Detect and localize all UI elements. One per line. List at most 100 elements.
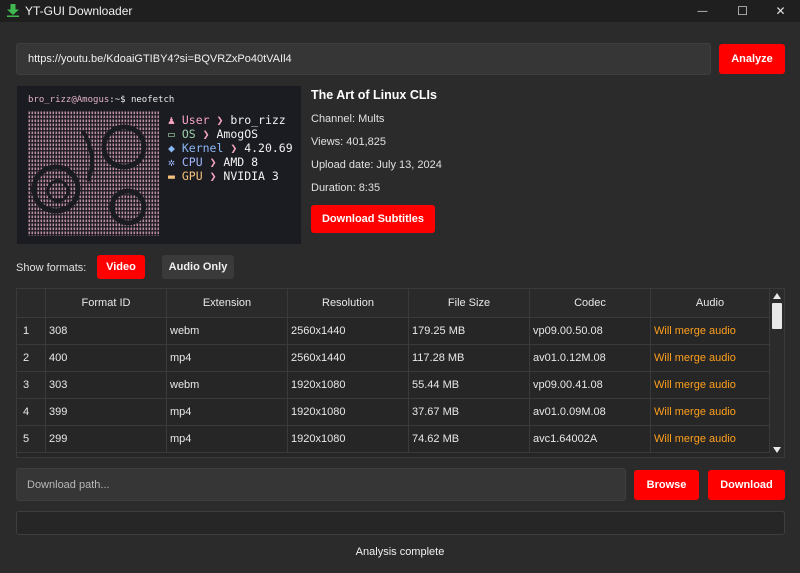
column-header-extension[interactable]: Extension (167, 289, 288, 318)
terminal-prompt: bro_rizz@Amogus:~$ neofetch (28, 95, 174, 105)
format-id-cell: 400 (46, 345, 167, 372)
neofetch-label: OS (181, 127, 196, 141)
close-icon: ✕ (775, 4, 786, 18)
format-id-cell: 299 (46, 426, 167, 453)
column-header-audio[interactable]: Audio (651, 289, 770, 318)
resolution-cell: 2560x1440 (288, 345, 409, 372)
prompt-command: :~$ neofetch (109, 95, 175, 105)
column-header-file-size[interactable]: File Size (409, 289, 530, 318)
analyze-button[interactable]: Analyze (719, 44, 785, 74)
table-row[interactable]: 3 303 webm 1920x1080 55.44 MB vp09.00.41… (17, 372, 770, 399)
ascii-art-logo (28, 111, 159, 236)
maximize-icon: ☐ (737, 4, 748, 18)
format-id-cell: 303 (46, 372, 167, 399)
resolution-cell: 1920x1080 (288, 399, 409, 426)
neofetch-value: AmogOS (216, 127, 259, 141)
extension-cell: webm (167, 372, 288, 399)
neofetch-label: GPU (181, 169, 203, 183)
extension-cell: webm (167, 318, 288, 345)
scroll-up-button[interactable] (772, 291, 782, 301)
show-formats-label: Show formats: (16, 262, 87, 274)
audio-cell: Will merge audio (651, 399, 770, 426)
resolution-cell: 2560x1440 (288, 318, 409, 345)
file-size-cell: 117.28 MB (409, 345, 530, 372)
file-size-cell: 55.44 MB (409, 372, 530, 399)
gpu-icon: ▬ (168, 169, 182, 183)
table-row[interactable]: 4 399 mp4 1920x1080 37.67 MB av01.0.09M.… (17, 399, 770, 426)
table-header: Format ID Extension Resolution File Size… (17, 289, 770, 318)
table-row[interactable]: 2 400 mp4 2560x1440 117.28 MB av01.0.12M… (17, 345, 770, 372)
url-input[interactable] (16, 43, 711, 75)
neofetch-cpu-row: ✲ CPU ❯ AMD 8 (168, 155, 259, 169)
scrollbar-thumb[interactable] (772, 303, 782, 329)
minimize-icon: — (697, 5, 708, 17)
codec-cell: av01.0.12M.08 (530, 345, 651, 372)
formats-table: Format ID Extension Resolution File Size… (16, 288, 785, 458)
window-title: YT-GUI Downloader (25, 4, 133, 18)
os-icon: ▭ (168, 127, 182, 141)
row-number: 3 (17, 372, 46, 399)
cpu-icon: ✲ (168, 155, 182, 169)
codec-cell: vp09.00.41.08 (530, 372, 651, 399)
column-header-resolution[interactable]: Resolution (288, 289, 409, 318)
resolution-cell: 1920x1080 (288, 372, 409, 399)
status-text: Analysis complete (355, 546, 445, 558)
codec-cell: avc1.64002A (530, 426, 651, 453)
video-views: Views: 401,825 (311, 136, 387, 148)
video-title: The Art of Linux CLIs (311, 88, 437, 102)
neofetch-label: User (181, 113, 210, 127)
minimize-button[interactable]: — (680, 0, 725, 22)
row-number: 4 (17, 399, 46, 426)
neofetch-label: Kernel (181, 141, 224, 155)
download-subtitles-button[interactable]: Download Subtitles (311, 205, 435, 233)
column-header-format-id[interactable]: Format ID (46, 289, 167, 318)
table-scrollbar[interactable] (770, 289, 784, 457)
close-button[interactable]: ✕ (758, 0, 800, 22)
neofetch-user-row: ♟ User ❯ bro_rizz (168, 113, 286, 127)
file-size-cell: 37.67 MB (409, 399, 530, 426)
audio-only-format-button[interactable]: Audio Only (162, 255, 234, 279)
chevron-up-icon (773, 293, 781, 299)
kernel-icon: ◆ (168, 141, 182, 155)
neofetch-gpu-row: ▬ GPU ❯ NVIDIA 3 (168, 169, 279, 183)
file-size-cell: 74.62 MB (409, 426, 530, 453)
codec-cell: av01.0.09M.08 (530, 399, 651, 426)
neofetch-kernel-row: ◆ Kernel ❯ 4.20.69 (168, 141, 293, 155)
codec-cell: vp09.00.50.08 (530, 318, 651, 345)
video-thumbnail: bro_rizz@Amogus:~$ neofetch ♟ User ❯ bro… (16, 85, 302, 245)
file-size-cell: 179.25 MB (409, 318, 530, 345)
neofetch-value: AMD 8 (223, 155, 259, 169)
column-header-codec[interactable]: Codec (530, 289, 651, 318)
user-icon: ♟ (168, 113, 182, 127)
title-bar: YT-GUI Downloader — ☐ ✕ (0, 0, 800, 22)
download-progress-bar (16, 511, 785, 535)
browse-button[interactable]: Browse (634, 470, 699, 500)
chevron-down-icon (773, 447, 781, 453)
neofetch-label: CPU (181, 155, 203, 169)
prompt-user: bro_rizz@Amogus (28, 95, 110, 105)
video-format-button[interactable]: Video (97, 255, 145, 279)
download-arrow-icon (7, 4, 19, 17)
neofetch-value: NVIDIA 3 (223, 169, 279, 183)
corner-header (17, 289, 46, 318)
neofetch-value: bro_rizz (230, 113, 286, 127)
resolution-cell: 1920x1080 (288, 426, 409, 453)
download-button[interactable]: Download (708, 470, 785, 500)
table-row[interactable]: 5 299 mp4 1920x1080 74.62 MB avc1.64002A… (17, 426, 770, 453)
row-number: 1 (17, 318, 46, 345)
video-duration: Duration: 8:35 (311, 182, 381, 194)
row-number: 2 (17, 345, 46, 372)
extension-cell: mp4 (167, 426, 288, 453)
audio-cell: Will merge audio (651, 318, 770, 345)
row-number: 5 (17, 426, 46, 453)
format-id-cell: 399 (46, 399, 167, 426)
table-row[interactable]: 1 308 webm 2560x1440 179.25 MB vp09.00.5… (17, 318, 770, 345)
video-channel: Channel: Mults (311, 113, 385, 125)
audio-cell: Will merge audio (651, 426, 770, 453)
format-id-cell: 308 (46, 318, 167, 345)
neofetch-os-row: ▭ OS ❯ AmogOS (168, 127, 259, 141)
extension-cell: mp4 (167, 399, 288, 426)
neofetch-value: 4.20.69 (244, 141, 293, 155)
scroll-down-button[interactable] (772, 445, 782, 455)
download-path-input[interactable] (16, 468, 626, 501)
